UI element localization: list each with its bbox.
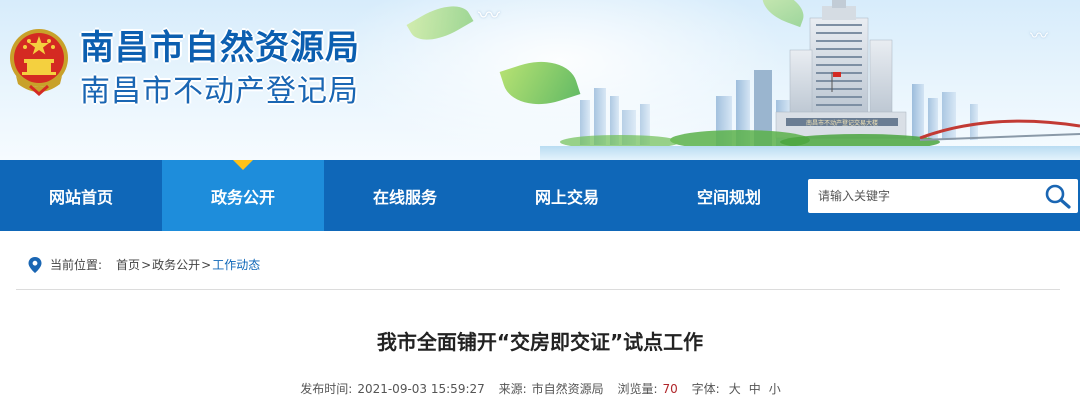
breadcrumb-government-affairs-link[interactable]: 政务公开 [152, 256, 200, 273]
views-label: 浏览量: [617, 382, 658, 396]
nav-item-label: 在线服务 [372, 187, 437, 207]
font-size-large-button[interactable]: 大 [729, 382, 741, 396]
site-subtitle: 南昌市不动产登记局 [80, 74, 359, 109]
breadcrumb-work-news-link[interactable]: 工作动态 [212, 256, 260, 273]
nav-item-online-trading[interactable]: 网上交易 [486, 160, 648, 231]
search-icon[interactable] [1044, 183, 1072, 209]
national-emblem-icon [10, 29, 68, 96]
site-title: 南昌市自然资源局 [80, 28, 360, 68]
publish-time-label: 发布时间: [300, 382, 353, 396]
search-box [808, 179, 1078, 213]
location-pin-icon [28, 256, 42, 273]
article-meta: 发布时间: 2021-09-03 15:59:27 来源: 市自然资源局 浏览量: 7… [0, 380, 1080, 397]
nav-item-label: 政务公开 [210, 187, 275, 207]
nav-item-label: 网站首页 [48, 187, 113, 207]
main-nav: 网站首页 政务公开 在线服务 网上交易 空间规划 [0, 160, 1080, 231]
breadcrumb-separator: > [141, 257, 152, 272]
source-value: 市自然资源局 [531, 382, 604, 396]
publish-time-value: 2021-09-03 15:59:27 [357, 382, 485, 396]
font-size-label: 字体: [691, 382, 720, 396]
nav-item-home[interactable]: 网站首页 [0, 160, 162, 231]
breadcrumb-label: 当前位置: [50, 258, 103, 272]
article-title: 我市全面铺开“交房即交证”试点工作 [376, 330, 704, 354]
font-size-medium-button[interactable]: 中 [749, 382, 761, 396]
header-banner: 〰 〰 南昌市自然资源局 南昌市不动产登记局 南昌市不动产登记交易大楼 [0, 0, 1080, 160]
nav-item-label: 空间规划 [696, 187, 761, 207]
nav-item-online-service[interactable]: 在线服务 [324, 160, 486, 231]
nav-item-label: 网上交易 [534, 187, 599, 207]
bird-icon: 〰 [478, 4, 501, 29]
breadcrumb: 当前位置: 首页 > 政务公开 > 工作动态 [16, 240, 1060, 290]
city-skyline-illustration: 南昌市不动产登记交易大楼 [540, 0, 1080, 160]
source-label: 来源: [498, 382, 527, 396]
nav-item-spatial-planning[interactable]: 空间规划 [648, 160, 810, 231]
nav-item-government-affairs[interactable]: 政务公开 [162, 160, 324, 231]
font-size-small-button[interactable]: 小 [769, 382, 781, 396]
building-sign: 南昌市不动产登记交易大楼 [806, 119, 878, 127]
breadcrumb-separator: > [201, 257, 212, 272]
search-input[interactable] [808, 181, 1028, 211]
views-count: 70 [662, 382, 678, 396]
breadcrumb-home-link[interactable]: 首页 [116, 256, 140, 273]
